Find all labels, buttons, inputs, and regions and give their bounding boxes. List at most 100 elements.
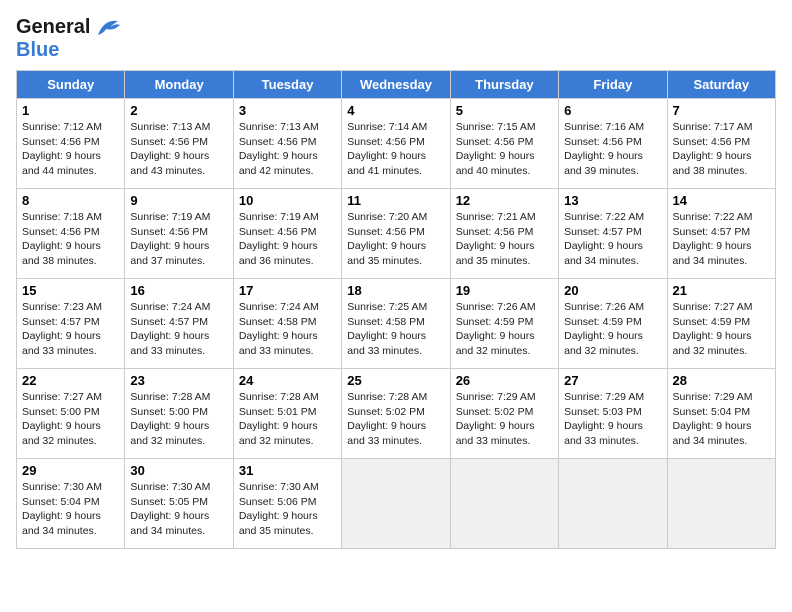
day-number: 8 bbox=[22, 193, 119, 208]
empty-cell bbox=[559, 459, 667, 549]
day-number: 23 bbox=[130, 373, 227, 388]
day-info: Sunrise: 7:26 AMSunset: 4:59 PMDaylight:… bbox=[456, 301, 536, 357]
day-info: Sunrise: 7:27 AMSunset: 4:59 PMDaylight:… bbox=[673, 301, 753, 357]
day-cell-11: 11 Sunrise: 7:20 AMSunset: 4:56 PMDaylig… bbox=[342, 189, 450, 279]
day-number: 7 bbox=[673, 103, 770, 118]
weekday-friday: Friday bbox=[559, 71, 667, 99]
day-info: Sunrise: 7:21 AMSunset: 4:56 PMDaylight:… bbox=[456, 211, 536, 267]
day-cell-1: 1 Sunrise: 7:12 AMSunset: 4:56 PMDayligh… bbox=[17, 99, 125, 189]
day-number: 24 bbox=[239, 373, 336, 388]
day-number: 30 bbox=[130, 463, 227, 478]
day-info: Sunrise: 7:27 AMSunset: 5:00 PMDaylight:… bbox=[22, 391, 102, 447]
day-number: 10 bbox=[239, 193, 336, 208]
day-cell-22: 22 Sunrise: 7:27 AMSunset: 5:00 PMDaylig… bbox=[17, 369, 125, 459]
weekday-tuesday: Tuesday bbox=[233, 71, 341, 99]
day-cell-24: 24 Sunrise: 7:28 AMSunset: 5:01 PMDaylig… bbox=[233, 369, 341, 459]
empty-cell bbox=[342, 459, 450, 549]
day-number: 9 bbox=[130, 193, 227, 208]
day-info: Sunrise: 7:28 AMSunset: 5:02 PMDaylight:… bbox=[347, 391, 427, 447]
day-info: Sunrise: 7:28 AMSunset: 5:00 PMDaylight:… bbox=[130, 391, 210, 447]
day-number: 27 bbox=[564, 373, 661, 388]
day-number: 15 bbox=[22, 283, 119, 298]
day-cell-3: 3 Sunrise: 7:13 AMSunset: 4:56 PMDayligh… bbox=[233, 99, 341, 189]
day-cell-30: 30 Sunrise: 7:30 AMSunset: 5:05 PMDaylig… bbox=[125, 459, 233, 549]
day-cell-21: 21 Sunrise: 7:27 AMSunset: 4:59 PMDaylig… bbox=[667, 279, 775, 369]
day-cell-27: 27 Sunrise: 7:29 AMSunset: 5:03 PMDaylig… bbox=[559, 369, 667, 459]
day-cell-19: 19 Sunrise: 7:26 AMSunset: 4:59 PMDaylig… bbox=[450, 279, 558, 369]
day-info: Sunrise: 7:13 AMSunset: 4:56 PMDaylight:… bbox=[239, 121, 319, 177]
day-cell-20: 20 Sunrise: 7:26 AMSunset: 4:59 PMDaylig… bbox=[559, 279, 667, 369]
day-cell-7: 7 Sunrise: 7:17 AMSunset: 4:56 PMDayligh… bbox=[667, 99, 775, 189]
day-info: Sunrise: 7:24 AMSunset: 4:57 PMDaylight:… bbox=[130, 301, 210, 357]
week-row-1: 8 Sunrise: 7:18 AMSunset: 4:56 PMDayligh… bbox=[17, 189, 776, 279]
empty-cell bbox=[450, 459, 558, 549]
day-cell-28: 28 Sunrise: 7:29 AMSunset: 5:04 PMDaylig… bbox=[667, 369, 775, 459]
day-info: Sunrise: 7:16 AMSunset: 4:56 PMDaylight:… bbox=[564, 121, 644, 177]
day-cell-25: 25 Sunrise: 7:28 AMSunset: 5:02 PMDaylig… bbox=[342, 369, 450, 459]
day-info: Sunrise: 7:14 AMSunset: 4:56 PMDaylight:… bbox=[347, 121, 427, 177]
weekday-sunday: Sunday bbox=[17, 71, 125, 99]
logo: General Blue bbox=[16, 16, 122, 62]
weekday-saturday: Saturday bbox=[667, 71, 775, 99]
week-row-3: 22 Sunrise: 7:27 AMSunset: 5:00 PMDaylig… bbox=[17, 369, 776, 459]
day-cell-8: 8 Sunrise: 7:18 AMSunset: 4:56 PMDayligh… bbox=[17, 189, 125, 279]
calendar-body: 1 Sunrise: 7:12 AMSunset: 4:56 PMDayligh… bbox=[17, 99, 776, 549]
empty-cell bbox=[667, 459, 775, 549]
day-info: Sunrise: 7:29 AMSunset: 5:04 PMDaylight:… bbox=[673, 391, 753, 447]
day-number: 18 bbox=[347, 283, 444, 298]
day-cell-9: 9 Sunrise: 7:19 AMSunset: 4:56 PMDayligh… bbox=[125, 189, 233, 279]
day-cell-6: 6 Sunrise: 7:16 AMSunset: 4:56 PMDayligh… bbox=[559, 99, 667, 189]
day-info: Sunrise: 7:17 AMSunset: 4:56 PMDaylight:… bbox=[673, 121, 753, 177]
day-info: Sunrise: 7:28 AMSunset: 5:01 PMDaylight:… bbox=[239, 391, 319, 447]
day-info: Sunrise: 7:22 AMSunset: 4:57 PMDaylight:… bbox=[564, 211, 644, 267]
day-info: Sunrise: 7:20 AMSunset: 4:56 PMDaylight:… bbox=[347, 211, 427, 267]
day-info: Sunrise: 7:13 AMSunset: 4:56 PMDaylight:… bbox=[130, 121, 210, 177]
week-row-0: 1 Sunrise: 7:12 AMSunset: 4:56 PMDayligh… bbox=[17, 99, 776, 189]
calendar-table: SundayMondayTuesdayWednesdayThursdayFrid… bbox=[16, 70, 776, 549]
weekday-thursday: Thursday bbox=[450, 71, 558, 99]
day-cell-5: 5 Sunrise: 7:15 AMSunset: 4:56 PMDayligh… bbox=[450, 99, 558, 189]
day-info: Sunrise: 7:24 AMSunset: 4:58 PMDaylight:… bbox=[239, 301, 319, 357]
logo-text-blue: Blue bbox=[16, 39, 59, 61]
day-cell-12: 12 Sunrise: 7:21 AMSunset: 4:56 PMDaylig… bbox=[450, 189, 558, 279]
day-info: Sunrise: 7:26 AMSunset: 4:59 PMDaylight:… bbox=[564, 301, 644, 357]
day-number: 25 bbox=[347, 373, 444, 388]
day-cell-16: 16 Sunrise: 7:24 AMSunset: 4:57 PMDaylig… bbox=[125, 279, 233, 369]
day-cell-18: 18 Sunrise: 7:25 AMSunset: 4:58 PMDaylig… bbox=[342, 279, 450, 369]
day-number: 20 bbox=[564, 283, 661, 298]
day-info: Sunrise: 7:29 AMSunset: 5:02 PMDaylight:… bbox=[456, 391, 536, 447]
day-cell-31: 31 Sunrise: 7:30 AMSunset: 5:06 PMDaylig… bbox=[233, 459, 341, 549]
day-cell-4: 4 Sunrise: 7:14 AMSunset: 4:56 PMDayligh… bbox=[342, 99, 450, 189]
day-info: Sunrise: 7:18 AMSunset: 4:56 PMDaylight:… bbox=[22, 211, 102, 267]
day-number: 4 bbox=[347, 103, 444, 118]
logo-text-general: General bbox=[16, 16, 90, 39]
day-number: 28 bbox=[673, 373, 770, 388]
day-number: 22 bbox=[22, 373, 119, 388]
day-info: Sunrise: 7:15 AMSunset: 4:56 PMDaylight:… bbox=[456, 121, 536, 177]
day-info: Sunrise: 7:30 AMSunset: 5:05 PMDaylight:… bbox=[130, 481, 210, 537]
week-row-4: 29 Sunrise: 7:30 AMSunset: 5:04 PMDaylig… bbox=[17, 459, 776, 549]
day-info: Sunrise: 7:29 AMSunset: 5:03 PMDaylight:… bbox=[564, 391, 644, 447]
weekday-header-row: SundayMondayTuesdayWednesdayThursdayFrid… bbox=[17, 71, 776, 99]
day-number: 14 bbox=[673, 193, 770, 208]
day-info: Sunrise: 7:30 AMSunset: 5:06 PMDaylight:… bbox=[239, 481, 319, 537]
day-number: 31 bbox=[239, 463, 336, 478]
day-info: Sunrise: 7:25 AMSunset: 4:58 PMDaylight:… bbox=[347, 301, 427, 357]
day-number: 12 bbox=[456, 193, 553, 208]
page-header: General Blue bbox=[16, 16, 776, 62]
day-info: Sunrise: 7:12 AMSunset: 4:56 PMDaylight:… bbox=[22, 121, 102, 177]
day-cell-23: 23 Sunrise: 7:28 AMSunset: 5:00 PMDaylig… bbox=[125, 369, 233, 459]
day-number: 21 bbox=[673, 283, 770, 298]
logo-bird-icon bbox=[94, 17, 122, 39]
day-number: 2 bbox=[130, 103, 227, 118]
day-number: 29 bbox=[22, 463, 119, 478]
day-cell-14: 14 Sunrise: 7:22 AMSunset: 4:57 PMDaylig… bbox=[667, 189, 775, 279]
day-cell-26: 26 Sunrise: 7:29 AMSunset: 5:02 PMDaylig… bbox=[450, 369, 558, 459]
day-number: 17 bbox=[239, 283, 336, 298]
day-cell-13: 13 Sunrise: 7:22 AMSunset: 4:57 PMDaylig… bbox=[559, 189, 667, 279]
day-cell-15: 15 Sunrise: 7:23 AMSunset: 4:57 PMDaylig… bbox=[17, 279, 125, 369]
day-info: Sunrise: 7:19 AMSunset: 4:56 PMDaylight:… bbox=[130, 211, 210, 267]
day-cell-17: 17 Sunrise: 7:24 AMSunset: 4:58 PMDaylig… bbox=[233, 279, 341, 369]
day-number: 5 bbox=[456, 103, 553, 118]
day-info: Sunrise: 7:19 AMSunset: 4:56 PMDaylight:… bbox=[239, 211, 319, 267]
